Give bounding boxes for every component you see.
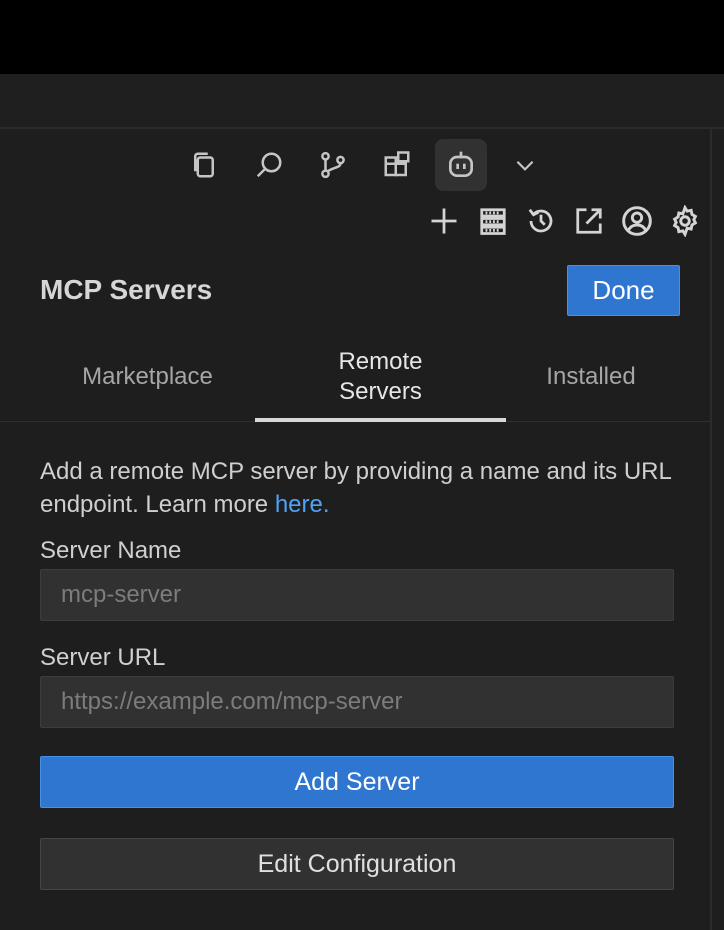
- window-top-bar: [0, 0, 724, 74]
- extensions-icon[interactable]: [371, 139, 423, 191]
- mcp-panel: [0, 129, 724, 930]
- source-control-icon[interactable]: [307, 139, 359, 191]
- plus-icon[interactable]: [424, 201, 464, 241]
- chevron-down-icon[interactable]: [499, 139, 551, 191]
- server-url-label: Server URL: [40, 644, 166, 671]
- server-stack-icon[interactable]: [473, 201, 513, 241]
- server-name-input[interactable]: [40, 569, 674, 621]
- open-external-icon[interactable]: [569, 201, 609, 241]
- edit-configuration-button[interactable]: Edit Configuration: [40, 838, 674, 890]
- tab-remote-servers-label: Remote Servers: [338, 348, 423, 405]
- add-server-button[interactable]: Add Server: [40, 756, 674, 808]
- history-icon[interactable]: [521, 201, 561, 241]
- learn-more-link[interactable]: here.: [275, 491, 330, 518]
- tab-installed[interactable]: Installed: [506, 332, 676, 422]
- description-text: Add a remote MCP server by providing a n…: [40, 458, 671, 518]
- tab-bar: Marketplace Remote Servers Installed: [0, 332, 710, 422]
- server-url-input[interactable]: [40, 676, 674, 728]
- done-button[interactable]: Done: [567, 265, 680, 316]
- tab-marketplace[interactable]: Marketplace: [40, 332, 255, 422]
- panel-divider: [710, 129, 712, 930]
- page-title: MCP Servers: [40, 274, 213, 305]
- account-icon[interactable]: [617, 201, 657, 241]
- robot-icon[interactable]: [435, 139, 487, 191]
- search-icon[interactable]: [243, 139, 295, 191]
- active-tab-indicator: [255, 418, 506, 422]
- tab-remote-servers[interactable]: Remote Servers: [255, 332, 506, 422]
- title-strip: [0, 74, 724, 129]
- gear-icon[interactable]: [665, 201, 705, 241]
- copy-icon[interactable]: [178, 139, 230, 191]
- server-name-label: Server Name: [40, 537, 182, 564]
